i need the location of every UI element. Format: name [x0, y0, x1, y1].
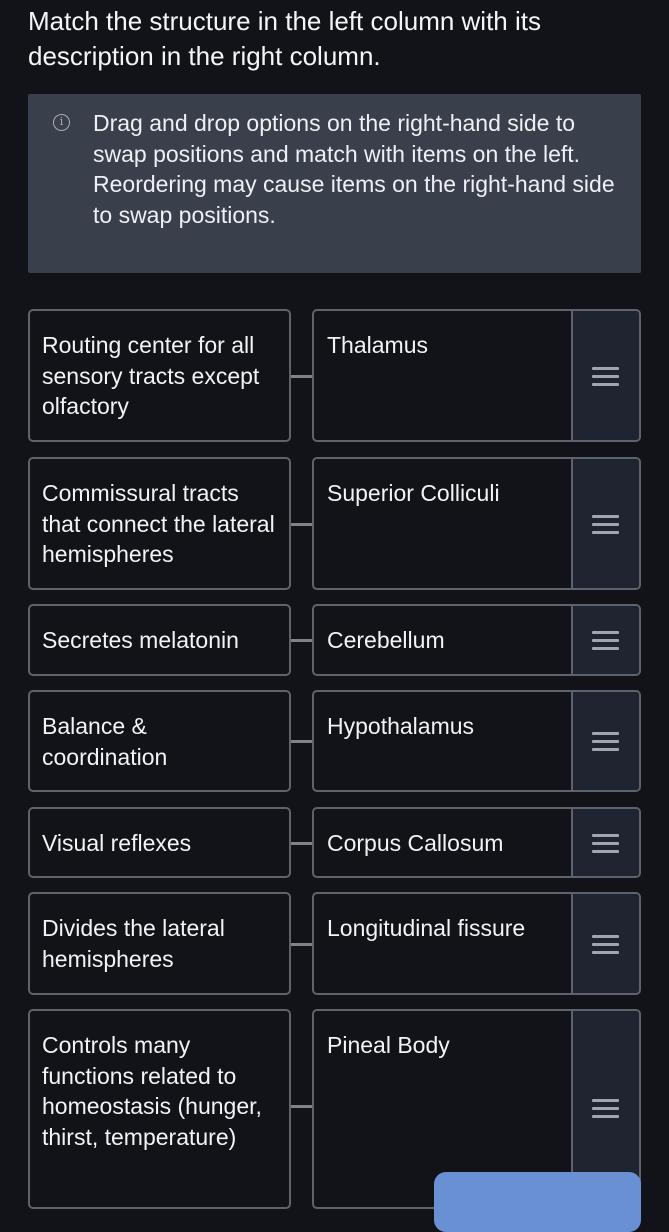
question-title: Match the structure in the left column w…: [28, 6, 541, 71]
submit-button[interactable]: [434, 1172, 641, 1232]
drag-handle-icon: [592, 1099, 619, 1118]
drag-handle[interactable]: [571, 894, 639, 993]
drag-handle[interactable]: [571, 809, 639, 876]
option-label: Thalamus: [327, 332, 428, 358]
option-label: Cerebellum: [327, 627, 445, 653]
draggable-option[interactable]: Hypothalamus: [312, 690, 641, 792]
drag-handle-icon: [592, 732, 619, 751]
option-label: Hypothalamus: [327, 713, 475, 739]
connector-line: [291, 841, 313, 845]
match-row: Secretes melatonin Cerebellum: [28, 604, 641, 676]
drag-handle-icon: [592, 366, 619, 386]
drag-handle-icon: [592, 934, 619, 954]
drag-handle[interactable]: [571, 692, 639, 790]
option-label: Longitudinal fissure: [327, 915, 526, 941]
left-item: Controls many functions related to homeo…: [28, 1009, 291, 1209]
connector-line: [291, 639, 313, 642]
option-label: Pineal Body: [327, 1032, 450, 1058]
drag-handle-icon: [592, 631, 619, 650]
left-item: Balance & coordination: [28, 690, 291, 792]
match-row: Divides the lateral hemispheres Longitud…: [28, 892, 641, 995]
match-row: Routing center for all sensory tracts ex…: [28, 309, 641, 442]
connector-line: [291, 522, 313, 526]
option-label: Superior Colliculi: [327, 480, 500, 506]
left-item: Visual reflexes: [28, 807, 291, 878]
draggable-option[interactable]: Superior Colliculi: [312, 457, 641, 590]
drag-handle-icon: [592, 833, 619, 853]
info-icon: i: [53, 114, 70, 131]
match-row: Balance & coordination Hypothalamus: [28, 690, 641, 792]
instructions-panel: i Drag and drop options on the right-han…: [28, 94, 641, 273]
drag-handle-icon: [592, 514, 619, 534]
match-row: Commissural tracts that connect the late…: [28, 457, 641, 590]
instruction-line: Drag and drop options on the right-hand …: [93, 110, 581, 167]
connector-line: [291, 374, 313, 378]
draggable-option[interactable]: Thalamus: [312, 309, 641, 442]
match-row: Visual reflexes Corpus Callosum: [28, 807, 641, 878]
instruction-line: Reordering may cause items on the right-…: [93, 171, 615, 228]
drag-handle[interactable]: [571, 311, 639, 440]
instructions-text: Drag and drop options on the right-hand …: [93, 108, 633, 230]
draggable-option[interactable]: Longitudinal fissure: [312, 892, 641, 995]
option-label: Corpus Callosum: [327, 830, 504, 856]
drag-handle[interactable]: [571, 459, 639, 588]
left-item: Commissural tracts that connect the late…: [28, 457, 291, 590]
connector-line: [291, 1105, 313, 1108]
left-item: Routing center for all sensory tracts ex…: [28, 309, 291, 442]
draggable-option[interactable]: Cerebellum: [312, 604, 641, 676]
connector-line: [291, 942, 313, 946]
left-item: Divides the lateral hemispheres: [28, 892, 291, 995]
connector-line: [291, 740, 313, 743]
left-item: Secretes melatonin: [28, 604, 291, 676]
draggable-option[interactable]: Corpus Callosum: [312, 807, 641, 878]
drag-handle[interactable]: [571, 606, 639, 674]
